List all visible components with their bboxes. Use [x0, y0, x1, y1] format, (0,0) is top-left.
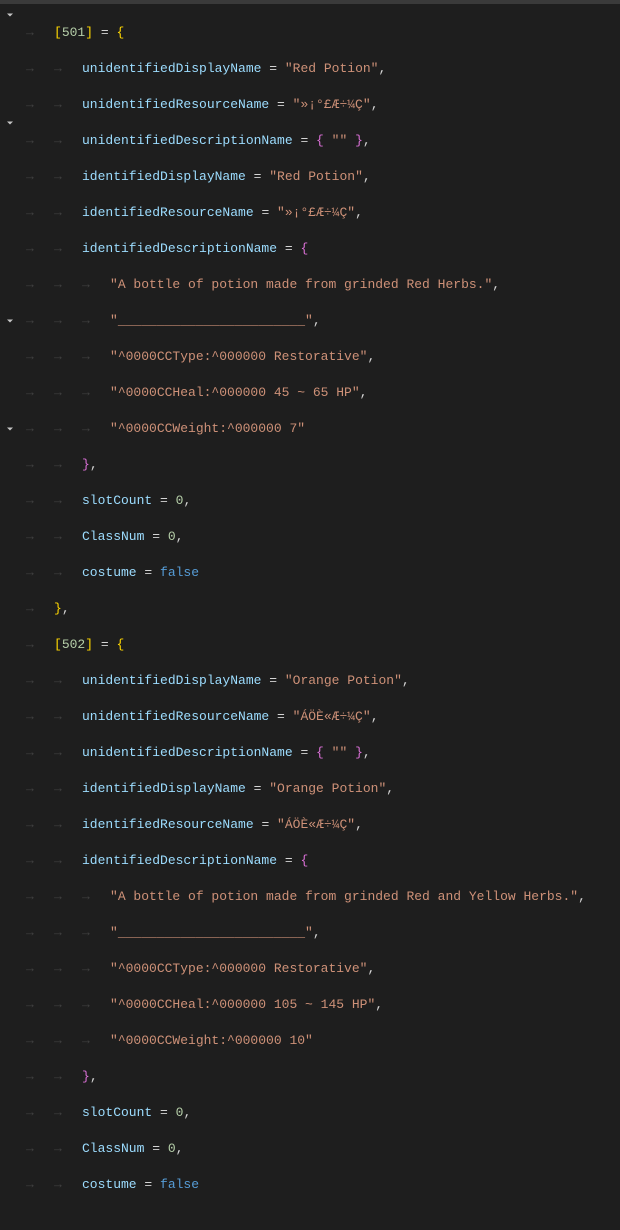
code-line[interactable]: → → costume = false — [26, 1176, 620, 1194]
fold-chevron[interactable] — [0, 420, 20, 438]
code-line[interactable]: → → identifiedDescriptionName = { — [26, 240, 620, 258]
code-line[interactable]: → → unidentifiedDisplayName = "Orange Po… — [26, 672, 620, 690]
code-line[interactable]: → → identifiedResourceName = "»¡°£Æ÷¼Ç", — [26, 204, 620, 222]
code-line[interactable]: → → }, — [26, 456, 620, 474]
code-line[interactable]: → → unidentifiedDisplayName = "Red Potio… — [26, 60, 620, 78]
code-line[interactable]: → → → "A bottle of potion made from grin… — [26, 888, 620, 906]
code-line[interactable]: → → → "^0000CCHeal:^000000 105 ~ 145 HP"… — [26, 996, 620, 1014]
code-line[interactable]: → → unidentifiedResourceName = "»¡°£Æ÷¼Ç… — [26, 96, 620, 114]
code-line[interactable]: → → identifiedDisplayName = "Orange Poti… — [26, 780, 620, 798]
chevron-down-icon — [4, 423, 16, 435]
fold-chevron[interactable] — [0, 6, 20, 24]
code-line[interactable]: → → slotCount = 0, — [26, 1104, 620, 1122]
fold-chevron[interactable] — [0, 114, 20, 132]
code-line[interactable]: → → identifiedDisplayName = "Red Potion"… — [26, 168, 620, 186]
code-line[interactable]: → → → "^0000CCWeight:^000000 7" — [26, 420, 620, 438]
code-line[interactable]: → → → "^0000CCHeal:^000000 45 ~ 65 HP", — [26, 384, 620, 402]
code-line[interactable]: → → }, — [26, 1068, 620, 1086]
code-line[interactable]: → → slotCount = 0, — [26, 492, 620, 510]
code-line[interactable]: → → unidentifiedDescriptionName = { "" }… — [26, 744, 620, 762]
code-editor[interactable]: → [501] = { → → unidentifiedDisplayName … — [0, 4, 620, 647]
code-line[interactable]: → → → "A bottle of potion made from grin… — [26, 276, 620, 294]
code-line[interactable]: → → costume = false — [26, 564, 620, 582]
code-line[interactable]: → → identifiedDescriptionName = { — [26, 852, 620, 870]
code-line[interactable]: → [501] = { — [26, 24, 620, 42]
chevron-down-icon — [4, 315, 16, 327]
chevron-down-icon — [4, 117, 16, 129]
code-line[interactable]: → }, — [26, 600, 620, 618]
code-line[interactable]: → → unidentifiedDescriptionName = { "" }… — [26, 132, 620, 150]
code-line[interactable]: → → → "________________________", — [26, 924, 620, 942]
code-content[interactable]: → [501] = { → → unidentifiedDisplayName … — [20, 4, 620, 647]
code-line[interactable]: → → ClassNum = 0, — [26, 528, 620, 546]
code-line[interactable]: → → identifiedResourceName = "ÁÖÈ«Æ÷¼Ç", — [26, 816, 620, 834]
code-line[interactable]: → → ClassNum = 0, — [26, 1140, 620, 1158]
chevron-down-icon — [4, 9, 16, 21]
code-line[interactable]: → → → "________________________", — [26, 312, 620, 330]
fold-gutter — [0, 4, 20, 647]
code-line[interactable]: → → → "^0000CCWeight:^000000 10" — [26, 1032, 620, 1050]
code-line[interactable]: → → → "^0000CCType:^000000 Restorative", — [26, 960, 620, 978]
code-line[interactable]: → → → "^0000CCType:^000000 Restorative", — [26, 348, 620, 366]
fold-chevron[interactable] — [0, 312, 20, 330]
code-line[interactable]: → → unidentifiedResourceName = "ÁÖÈ«Æ÷¼Ç… — [26, 708, 620, 726]
code-line[interactable]: → [502] = { — [26, 636, 620, 654]
